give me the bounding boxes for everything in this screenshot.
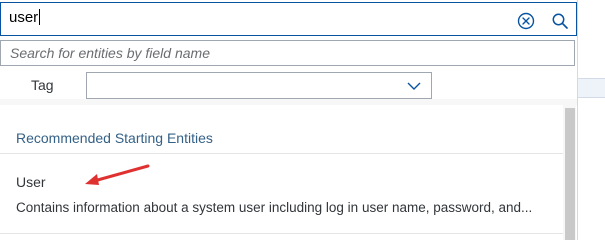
divider [0, 233, 563, 234]
entity-description: Contains information about a system user… [16, 200, 533, 215]
section-heading: Recommended Starting Entities [16, 130, 213, 146]
annotation-arrow-icon [85, 164, 150, 185]
entity-title: User [16, 174, 46, 190]
magnifier-icon[interactable] [551, 12, 569, 30]
tag-select[interactable] [86, 72, 432, 99]
adjacent-panel-edge [577, 0, 605, 240]
field-name-search-placeholder: Search for entities by field name [10, 45, 210, 61]
tag-label: Tag [31, 77, 54, 93]
entity-search-panel: user Search for entities by field name T… [0, 0, 577, 240]
header-separator [0, 99, 577, 105]
clear-circle-icon[interactable] [517, 12, 535, 30]
scrollbar-thumb[interactable] [565, 108, 575, 240]
chevron-down-icon[interactable] [407, 81, 421, 91]
search-input[interactable]: user [9, 9, 41, 26]
field-name-search-input[interactable]: Search for entities by field name [0, 40, 575, 66]
search-box[interactable]: user [0, 2, 577, 36]
adjacent-panel-strip [578, 78, 605, 98]
text-caret [39, 9, 41, 25]
